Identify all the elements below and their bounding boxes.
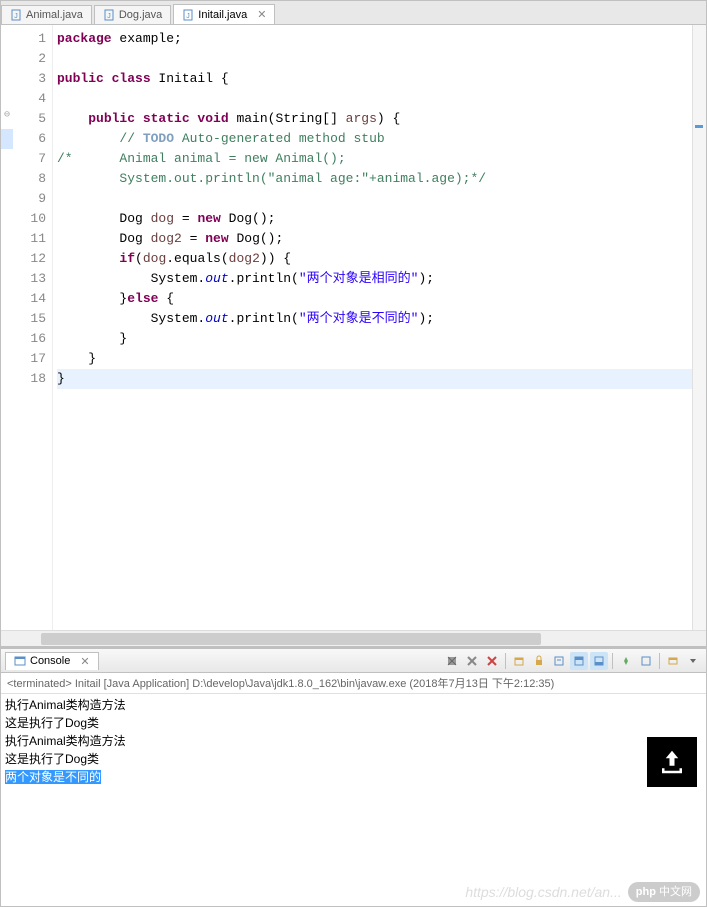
editor-tab[interactable]: J Initail.java ✕ (173, 4, 275, 24)
console-tab-label: Console (30, 655, 70, 667)
php-badge: php 中文网 (628, 882, 700, 902)
code-line[interactable]: System.out.println("两个对象是不同的"); (57, 309, 692, 329)
show-console-stdout-button[interactable] (570, 652, 588, 670)
code-line[interactable]: package example; (57, 29, 692, 49)
line-number: 3 (13, 69, 46, 89)
code-line[interactable]: } (57, 329, 692, 349)
tab-label: Dog.java (119, 9, 162, 21)
line-number: 5 (13, 109, 46, 129)
line-number: 6 (13, 129, 46, 149)
code-line[interactable] (57, 89, 692, 109)
line-number: 11 (13, 229, 46, 249)
line-number: 4 (13, 89, 46, 109)
code-line[interactable]: public class Initail { (57, 69, 692, 89)
tab-label: Initail.java (198, 9, 247, 21)
toolbar-separator (659, 653, 660, 669)
line-number: 10 (13, 209, 46, 229)
code-editor[interactable]: ⊖ 123456789101112131415161718 package ex… (1, 25, 706, 630)
svg-text:J: J (187, 13, 191, 20)
code-line[interactable]: System.out.println("两个对象是相同的"); (57, 269, 692, 289)
editor-tab[interactable]: J Animal.java (1, 5, 92, 24)
close-icon[interactable]: ✕ (80, 655, 89, 668)
line-number: 1 (13, 29, 46, 49)
display-selected-console-button[interactable] (637, 652, 655, 670)
java-file-icon: J (10, 9, 22, 21)
scroll-lock-button[interactable] (530, 652, 548, 670)
word-wrap-button[interactable] (550, 652, 568, 670)
open-console-button[interactable] (664, 652, 682, 670)
console-panel: Console ✕ <terminated> Init (1, 646, 706, 906)
svg-text:J: J (107, 13, 111, 20)
line-number: 13 (13, 269, 46, 289)
fold-icon: ⊖ (1, 109, 13, 129)
java-file-icon: J (182, 9, 194, 21)
line-number: 9 (13, 189, 46, 209)
code-line[interactable]: System.out.println("animal age:"+animal.… (57, 169, 692, 189)
console-line[interactable]: 两个对象是不同的 (5, 768, 702, 786)
overview-ruler[interactable] (692, 25, 706, 630)
overview-mark[interactable] (695, 125, 703, 128)
console-icon (14, 655, 26, 667)
line-number: 14 (13, 289, 46, 309)
annotation-strip: ⊖ (1, 25, 13, 630)
scrollbar-thumb[interactable] (41, 633, 541, 645)
code-line[interactable]: public static void main(String[] args) { (57, 109, 692, 129)
line-number: 17 (13, 349, 46, 369)
code-line[interactable]: if(dog.equals(dog2)) { (57, 249, 692, 269)
code-line[interactable]: }else { (57, 289, 692, 309)
show-console-stderr-button[interactable] (590, 652, 608, 670)
console-line[interactable]: 执行Animal类构造方法 (5, 696, 702, 714)
console-line[interactable]: 这是执行了Dog类 (5, 714, 702, 732)
remove-launch-button[interactable] (443, 652, 461, 670)
console-status: <terminated> Initail [Java Application] … (1, 673, 706, 694)
toolbar-separator (612, 653, 613, 669)
code-line[interactable] (57, 49, 692, 69)
code-line[interactable]: /* Animal animal = new Animal(); (57, 149, 692, 169)
tab-label: Animal.java (26, 9, 83, 21)
warning-marker (1, 129, 13, 149)
line-number: 2 (13, 49, 46, 69)
code-line[interactable]: // TODO Auto-generated method stub (57, 129, 692, 149)
code-line[interactable]: Dog dog = new Dog(); (57, 209, 692, 229)
code-line[interactable]: } (57, 349, 692, 369)
line-number: 12 (13, 249, 46, 269)
close-icon[interactable]: ✕ (257, 8, 266, 21)
line-number: 16 (13, 329, 46, 349)
editor-tab-bar: J Animal.java J Dog.java J Initail.java ✕ (1, 1, 706, 25)
svg-text:J: J (14, 13, 18, 20)
clear-console-button[interactable] (510, 652, 528, 670)
ide-window: J Animal.java J Dog.java J Initail.java ✕ ⊖ 12… (0, 0, 707, 907)
toolbar-separator (505, 653, 506, 669)
console-line[interactable]: 执行Animal类构造方法 (5, 732, 702, 750)
terminate-button[interactable] (483, 652, 501, 670)
floating-upload-badge[interactable] (647, 737, 697, 787)
code-line[interactable]: } (57, 369, 692, 389)
editor-tab[interactable]: J Dog.java (94, 5, 171, 24)
console-tab[interactable]: Console ✕ (5, 652, 99, 670)
pin-console-button[interactable] (617, 652, 635, 670)
horizontal-scrollbar[interactable] (1, 630, 706, 646)
java-file-icon: J (103, 9, 115, 21)
console-line[interactable]: 这是执行了Dog类 (5, 750, 702, 768)
line-number: 8 (13, 169, 46, 189)
line-number: 7 (13, 149, 46, 169)
line-number-gutter: 123456789101112131415161718 (13, 25, 53, 630)
console-output[interactable]: 执行Animal类构造方法这是执行了Dog类执行Animal类构造方法这是执行了… (1, 694, 706, 906)
line-number: 15 (13, 309, 46, 329)
code-line[interactable] (57, 189, 692, 209)
line-number: 18 (13, 369, 46, 389)
code-line[interactable]: Dog dog2 = new Dog(); (57, 229, 692, 249)
dropdown-arrow-icon[interactable] (684, 652, 702, 670)
remove-all-button[interactable] (463, 652, 481, 670)
code-content[interactable]: package example; public class Initail { … (53, 25, 692, 630)
console-toolbar (443, 652, 702, 670)
console-header: Console ✕ (1, 649, 706, 673)
watermark: https://blog.csdn.net/an... php 中文网 (465, 882, 700, 902)
